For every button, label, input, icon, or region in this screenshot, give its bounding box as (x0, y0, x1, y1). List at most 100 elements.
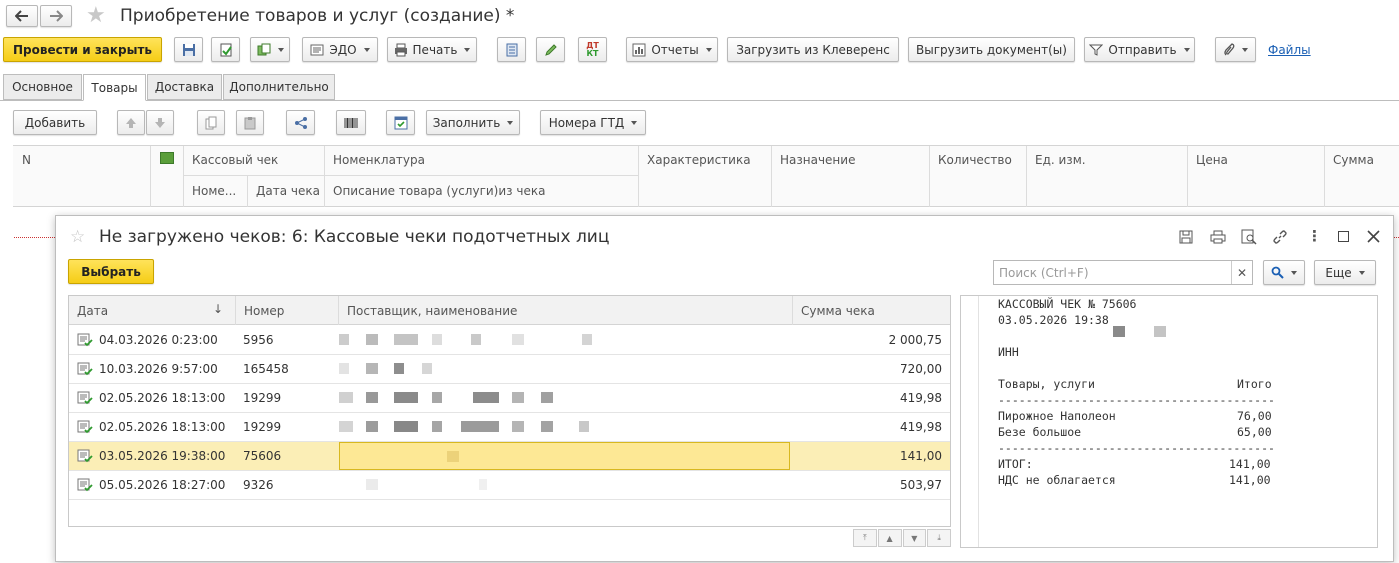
redacted-block (339, 392, 353, 403)
col-nomenclature[interactable]: Номенклатура (325, 146, 425, 174)
col-purpose[interactable]: Назначение (772, 146, 855, 174)
search-input[interactable]: Поиск (Ctrl+F) ✕ (993, 260, 1253, 285)
dialog-favorite-star-icon[interactable]: ☆ (70, 227, 85, 247)
receipt-row[interactable]: 02.05.2026 18:13:00 19299 419,98 (69, 384, 950, 413)
select-button[interactable]: Выбрать (68, 259, 154, 284)
clear-search-icon[interactable]: ✕ (1231, 261, 1252, 284)
create-based-on-button[interactable] (250, 37, 290, 62)
tab-additional[interactable]: Дополнительно (223, 74, 335, 100)
dialog-link-icon[interactable] (1272, 229, 1288, 245)
dialog-maximize-icon[interactable] (1338, 231, 1349, 242)
load-kleverens-button[interactable]: Загрузить из Клеверенс (727, 37, 899, 62)
fill-button[interactable]: Заполнить (426, 110, 520, 135)
save-button[interactable] (174, 37, 203, 62)
dialog-more-icon[interactable]: ⋮ (1307, 227, 1322, 245)
tab-main[interactable]: Основное (3, 74, 82, 100)
edo-button[interactable]: ЭДО (302, 37, 378, 62)
search-placeholder: Поиск (Ctrl+F) (999, 265, 1089, 280)
posted-document-icon (77, 333, 93, 347)
barcode-button[interactable] (336, 110, 366, 135)
receipt-itog-sum: 141,00 (1229, 457, 1271, 471)
edit-button[interactable] (536, 37, 565, 62)
col-unit[interactable]: Ед. изм. (1027, 146, 1086, 174)
post-button[interactable] (211, 37, 240, 62)
col-quantity[interactable]: Количество (930, 146, 1012, 174)
reports-button[interactable]: Отчеты (626, 37, 718, 62)
receipt-date: 10.03.2026 9:57:00 (99, 362, 218, 376)
receipt-redacted (1154, 326, 1166, 337)
posted-document-icon (77, 362, 93, 376)
receipt-preview-margin (961, 296, 979, 547)
dialog-print-icon[interactable] (1210, 230, 1226, 244)
arrow-down-icon (155, 117, 165, 128)
magnifier-icon (1271, 266, 1284, 279)
files-link[interactable]: Файлы (1268, 43, 1311, 57)
receipt-item-2-sum: 65,00 (1237, 425, 1272, 439)
receipt-vat: НДС не облагается (998, 473, 1116, 487)
more-button[interactable]: Еще (1314, 260, 1376, 285)
receipt-vat-sum: 141,00 (1229, 473, 1271, 487)
dt-kt-icon: ДТ КТ (586, 40, 599, 58)
col-receipt-sum[interactable]: Сумма чека (793, 296, 875, 325)
receipt-row[interactable]: 05.05.2026 18:27:00 9326 503,97 (69, 471, 950, 500)
col-n[interactable]: N (14, 146, 31, 174)
tab-delivery[interactable]: Доставка (147, 74, 222, 100)
search-options-button[interactable] (1263, 260, 1305, 285)
favorite-star-icon[interactable]: ★ (86, 3, 106, 28)
receipt-date: 04.03.2026 0:23:00 (99, 333, 218, 347)
attachments-button[interactable] (1215, 37, 1256, 62)
receipt-date: 03.05.2026 19:38:00 (99, 449, 226, 463)
dt-kt-button[interactable]: ДТ КТ (578, 37, 607, 62)
receipt-separator-2: ---------------------------------------- (998, 441, 1275, 455)
receipt-inn: ИНН (998, 345, 1019, 359)
gtd-numbers-button[interactable]: Номера ГТД (540, 110, 646, 135)
col-date[interactable]: Дата (69, 296, 108, 325)
receipt-row[interactable]: 03.05.2026 19:38:00 75606 141,00 (69, 442, 950, 471)
dialog-save-icon[interactable] (1179, 230, 1193, 244)
col-number[interactable]: Номер (236, 296, 284, 325)
receipt-redacted (1113, 326, 1125, 337)
col-item-description[interactable]: Описание товара (услуги)из чека (325, 176, 545, 206)
scroll-last-icon[interactable]: ⤓ (927, 529, 951, 547)
paste-button[interactable] (236, 110, 264, 135)
receipt-item-1-sum: 76,00 (1237, 409, 1272, 423)
receipt-row[interactable]: 10.03.2026 9:57:00 165458 720,00 (69, 355, 950, 384)
move-up-button[interactable] (117, 110, 145, 135)
list-nav-bar: ⤒ ▲ ▼ ⤓ (853, 529, 951, 548)
dialog-close-icon[interactable] (1367, 230, 1380, 243)
receipt-date: 02.05.2026 18:13:00 (99, 420, 226, 434)
redacted-block (339, 363, 349, 374)
col-receipt-number[interactable]: Номе... (184, 176, 236, 206)
post-and-close-button[interactable]: Провести и закрыть (3, 37, 162, 62)
redacted-block (512, 334, 524, 345)
col-receipt-date[interactable]: Дата чека (248, 176, 320, 206)
receipt-row[interactable]: 02.05.2026 18:13:00 19299 419,98 (69, 413, 950, 442)
share-button[interactable] (286, 110, 315, 135)
receipt-row-date-cell: 04.03.2026 0:23:00 (77, 326, 218, 354)
unload-documents-button[interactable]: Выгрузить документ(ы) (908, 37, 1075, 62)
check-selection-button[interactable] (386, 110, 415, 135)
col-price[interactable]: Цена (1188, 146, 1228, 174)
scroll-up-icon[interactable]: ▲ (877, 529, 902, 547)
col-supplier[interactable]: Поставщик, наименование (339, 296, 517, 325)
receipt-supplier-redacted (339, 442, 790, 470)
add-button[interactable]: Добавить (13, 110, 97, 135)
paste-icon (244, 116, 256, 129)
receipt-row[interactable]: 04.03.2026 0:23:00 5956 2 000,75 (69, 326, 950, 355)
scroll-first-icon[interactable]: ⤒ (853, 529, 877, 547)
journal-button[interactable] (497, 37, 526, 62)
copy-button[interactable] (197, 110, 225, 135)
tab-goods[interactable]: Товары (83, 74, 146, 101)
receipt-row-date-cell: 02.05.2026 18:13:00 (77, 384, 225, 412)
col-characteristic[interactable]: Характеристика (639, 146, 751, 174)
receipt-number: 5956 (243, 333, 274, 347)
forward-button[interactable] (40, 5, 72, 27)
dialog-preview-icon[interactable] (1241, 229, 1257, 245)
col-sum[interactable]: Сумма (1325, 146, 1374, 174)
scroll-down-icon[interactable]: ▼ (902, 529, 927, 547)
col-cash-receipt[interactable]: Кассовый чек (184, 146, 278, 174)
print-button[interactable]: Печать (387, 37, 477, 62)
send-button[interactable]: Отправить (1084, 37, 1195, 62)
back-button[interactable] (6, 5, 38, 27)
move-down-button[interactable] (146, 110, 174, 135)
